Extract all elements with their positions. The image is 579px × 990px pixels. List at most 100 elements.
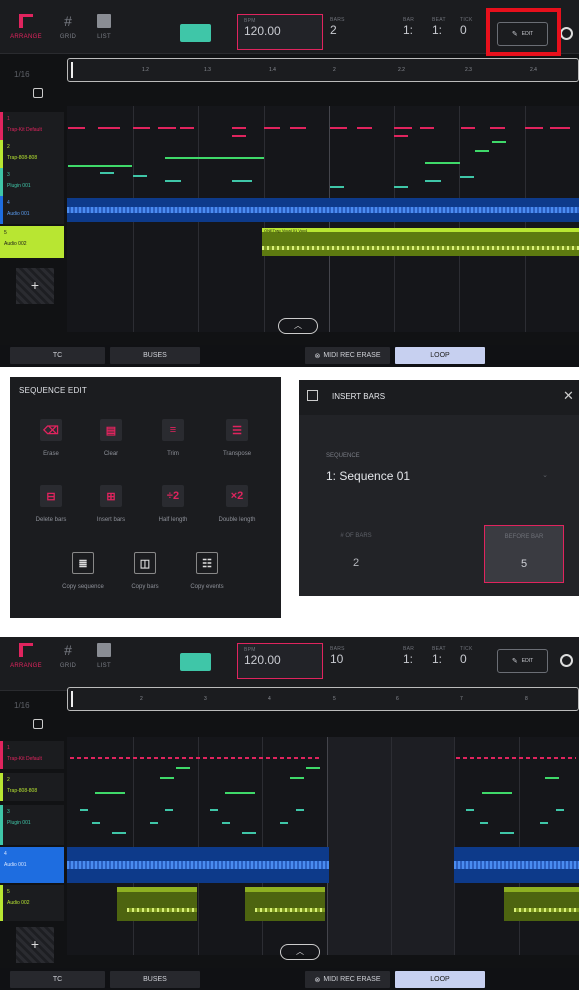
midi-note[interactable] (158, 127, 176, 129)
midi-note[interactable] (98, 127, 120, 129)
midi-note[interactable] (290, 777, 304, 779)
buses-button[interactable]: BUSES (110, 971, 200, 988)
midi-note[interactable] (68, 165, 132, 167)
timeline-ruler[interactable]: 1.2 1.3 1.4 2 2.2 2.3 2.4 (67, 58, 579, 82)
trim-item[interactable]: ≡ Trim (138, 419, 208, 457)
midi-note[interactable] (95, 792, 125, 794)
midi-note[interactable] (490, 127, 505, 129)
midi-note[interactable] (264, 127, 280, 129)
copy-bars-item[interactable]: ◫ Copy bars (110, 552, 180, 590)
expand-chevron-button[interactable]: ︿ (280, 944, 320, 960)
quantize-value[interactable]: 1/16 (14, 701, 30, 710)
midi-note[interactable] (210, 809, 218, 811)
midi-note[interactable] (290, 127, 306, 129)
midi-note[interactable] (461, 127, 475, 129)
track-header-2[interactable]: 2 Trap-808-808 (0, 140, 64, 168)
beat-field[interactable]: BEAT 1: (432, 646, 446, 666)
midi-note[interactable] (425, 162, 460, 164)
midi-note[interactable] (482, 792, 512, 794)
midi-note[interactable] (242, 832, 256, 834)
copy-events-item[interactable]: ☷ Copy events (172, 552, 242, 590)
copy-sequence-item[interactable]: ≣ Copy sequence (48, 552, 118, 590)
tab-arrange[interactable]: ARRANGE (10, 14, 42, 50)
midi-note[interactable] (466, 809, 474, 811)
midi-note[interactable] (296, 809, 304, 811)
loop-button[interactable]: LOOP (395, 971, 485, 988)
midi-note[interactable] (475, 150, 489, 152)
track-header-1[interactable]: 1 Trap-Kit Default (0, 112, 64, 140)
midi-note[interactable] (394, 127, 412, 129)
midi-note[interactable] (165, 809, 173, 811)
track-header-4[interactable]: 4 Audio 001 (0, 196, 64, 224)
midi-note[interactable] (70, 757, 320, 759)
midi-rec-erase-button[interactable]: ⊗ MIDI REC ERASE (305, 347, 390, 364)
tab-list[interactable]: LIST (88, 643, 120, 679)
clear-item[interactable]: ▤ Clear (76, 419, 146, 457)
midi-note[interactable] (394, 186, 408, 188)
midi-note[interactable] (225, 792, 255, 794)
audio-clip[interactable] (117, 887, 197, 921)
edit-button[interactable]: ✎ EDIT (497, 649, 548, 673)
tab-list[interactable]: LIST (88, 14, 120, 50)
gear-icon[interactable] (560, 27, 573, 40)
track-header-2[interactable]: 2 Trap-808-808 (0, 773, 64, 801)
mode-toggle-button[interactable] (180, 653, 211, 671)
transpose-item[interactable]: ☰ Transpose (202, 419, 272, 457)
midi-note[interactable] (425, 180, 441, 182)
track-header-3[interactable]: 3 Plugin 001 (0, 168, 64, 196)
track-header-3[interactable]: 3 Plugin 001 (0, 805, 64, 845)
bar-field[interactable]: BAR 1: (403, 17, 414, 37)
midi-note[interactable] (480, 822, 488, 824)
midi-note[interactable] (525, 127, 543, 129)
midi-note[interactable] (232, 127, 246, 129)
buses-button[interactable]: BUSES (110, 347, 200, 364)
tab-grid[interactable]: # GRID (52, 14, 84, 50)
num-bars-field[interactable]: # OF BARS 2 (321, 525, 391, 591)
close-icon[interactable]: ✕ (563, 388, 574, 404)
midi-note[interactable] (165, 157, 264, 159)
midi-note[interactable] (420, 127, 434, 129)
tab-arrange[interactable]: ARRANGE (10, 643, 42, 679)
midi-note[interactable] (540, 822, 548, 824)
midi-note[interactable] (92, 822, 100, 824)
add-track-button[interactable]: + (16, 927, 54, 963)
midi-note[interactable] (280, 822, 288, 824)
audio-region-1[interactable] (67, 198, 579, 222)
bar-field[interactable]: BAR 1: (403, 646, 414, 666)
midi-note[interactable] (80, 809, 88, 811)
audio-region-1b[interactable] (454, 847, 579, 883)
insert-bars-item[interactable]: ⊞ Insert bars (76, 485, 146, 523)
midi-note[interactable] (500, 832, 514, 834)
double-length-item[interactable]: ×2 Double length (202, 485, 272, 523)
half-length-item[interactable]: ÷2 Half length (138, 485, 208, 523)
midi-note[interactable] (133, 127, 150, 129)
midi-note[interactable] (222, 822, 230, 824)
midi-note[interactable] (545, 777, 559, 779)
bars-field[interactable]: BARS 2 (330, 17, 345, 37)
tick-field[interactable]: TICK 0 (460, 17, 473, 37)
midi-note[interactable] (232, 180, 252, 182)
track-header-5[interactable]: 5 Audio 002 (0, 885, 64, 921)
midi-note[interactable] (180, 127, 194, 129)
midi-note[interactable] (112, 832, 126, 834)
midi-note[interactable] (100, 172, 114, 174)
midi-note[interactable] (150, 822, 158, 824)
midi-rec-erase-button[interactable]: ⊗ MIDI REC ERASE (305, 971, 390, 988)
tc-button[interactable]: TC (10, 347, 105, 364)
track-header-1[interactable]: 1 Trap-Kit Default (0, 741, 64, 769)
audio-clip[interactable] (504, 887, 579, 921)
arrange-grid[interactable] (67, 737, 579, 955)
before-bar-field[interactable]: BEFORE BAR 5 (484, 525, 564, 583)
midi-note[interactable] (460, 176, 474, 178)
midi-note[interactable] (165, 180, 181, 182)
bpm-field[interactable]: BPM 120.00 (237, 14, 323, 50)
midi-note[interactable] (394, 135, 408, 137)
audio-clip[interactable] (245, 887, 325, 921)
gear-icon[interactable] (560, 654, 573, 667)
mode-toggle-button[interactable] (180, 24, 211, 42)
midi-note[interactable] (330, 186, 344, 188)
bpm-field[interactable]: BPM 120.00 (237, 643, 323, 679)
midi-note[interactable] (456, 757, 576, 759)
track-view-toggle-icon[interactable] (33, 88, 43, 98)
midi-note[interactable] (357, 127, 372, 129)
